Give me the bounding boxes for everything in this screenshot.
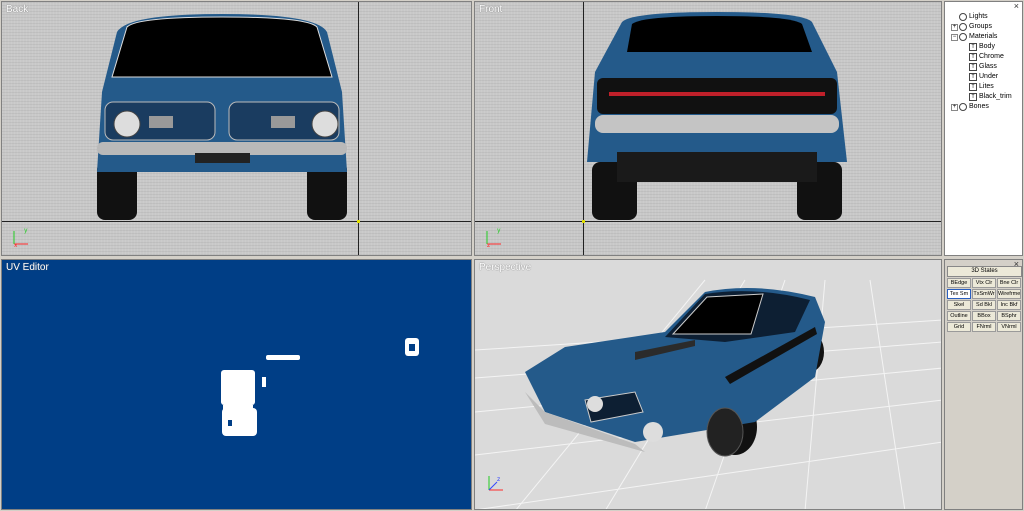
tree-item-label: Black_trim [979, 93, 1012, 100]
state-toggle-skel[interactable]: Skel [947, 300, 971, 310]
state-toggle-bedge[interactable]: BEdge [947, 278, 971, 288]
back-viewport-title: Back [6, 4, 29, 15]
tree-item-label: Bones [969, 103, 989, 110]
tree-item-label: Groups [969, 23, 992, 30]
horizontal-axis-line [475, 221, 941, 222]
state-toggle-txsmwr[interactable]: TxSmWr [972, 289, 996, 299]
state-toggle-vnrml[interactable]: VNrml [997, 322, 1021, 332]
state-toggle-sd-bkl[interactable]: Sd Bkl [972, 300, 996, 310]
expand-toggle-icon[interactable]: + [951, 104, 958, 111]
material-icon: T [969, 73, 977, 81]
state-toggle-outline[interactable]: Outline [947, 311, 971, 321]
state-toggle-bbox[interactable]: BBox [972, 311, 996, 321]
material-icon: T [969, 43, 977, 51]
group-icon [959, 23, 967, 31]
uv-editor-viewport[interactable]: UV Editor [1, 259, 472, 510]
front-viewport-title: Front [479, 4, 503, 15]
tree-item-label: Glass [979, 63, 997, 70]
svg-text:x: x [14, 242, 18, 248]
state-toggle-inc-bkf[interactable]: Inc Bkf [997, 300, 1021, 310]
3d-states-title: 3D States [947, 266, 1022, 277]
origin-marker [582, 220, 585, 223]
state-toggle-vtx-clr[interactable]: Vtx Clr [972, 278, 996, 288]
perspective-viewport-title: Perspective [479, 262, 532, 273]
car-rear-model [587, 12, 847, 220]
tree-item-label: Body [979, 43, 995, 50]
front-viewport[interactable]: Front y z [474, 1, 942, 256]
material-icon: T [969, 63, 977, 71]
svg-text:z: z [487, 242, 490, 248]
scene-tree-panel: × Lights + Groups − Materials T Body T Chrome T Gl… [944, 1, 1023, 256]
perspective-viewport[interactable]: Perspective z [474, 259, 942, 510]
tree-item-label: Materials [969, 33, 998, 40]
tree-item-label: Under [979, 73, 999, 80]
state-toggle-tex-sm[interactable]: Tex Sm [947, 289, 971, 299]
expand-toggle-icon[interactable]: − [951, 34, 958, 41]
vertical-axis-line [583, 2, 584, 255]
3d-states-panel: × 3D States BEdge Vtx Clr Bne Clr Tex Sm TxS… [944, 259, 1023, 510]
state-toggle-grid[interactable]: Grid [947, 322, 971, 332]
car-front-model [97, 14, 347, 220]
horizontal-axis-line [2, 221, 471, 222]
materials-icon [959, 33, 967, 41]
state-toggle-bsphr[interactable]: BSphr [997, 311, 1021, 321]
tree-item-label: Chrome [979, 53, 1004, 60]
tree-item-label: Lites [979, 83, 994, 90]
state-toggle-fnrml[interactable]: FNrml [972, 322, 996, 332]
origin-marker [357, 220, 360, 223]
close-icon[interactable]: × [1014, 1, 1019, 11]
state-toggle-bne-clr[interactable]: Bne Clr [997, 278, 1021, 288]
expand-toggle-icon[interactable]: + [951, 24, 958, 31]
svg-text:z: z [497, 476, 500, 483]
svg-text:y: y [497, 228, 501, 234]
car-perspective-model [525, 288, 825, 457]
uv-islands [221, 338, 419, 436]
uv-editor-title: UV Editor [6, 262, 49, 273]
material-icon: T [969, 53, 977, 61]
tree-item-label: Lights [969, 13, 988, 20]
svg-text:y: y [24, 228, 28, 234]
axis-gizmo-icon: y z [486, 228, 501, 248]
vertical-axis-line [358, 2, 359, 255]
material-icon: T [969, 93, 977, 101]
axis-gizmo-icon: y x [13, 228, 28, 248]
light-icon [959, 13, 967, 21]
bones-icon [959, 103, 967, 111]
state-toggle-wirefrme[interactable]: Wirefrme [997, 289, 1021, 299]
back-viewport[interactable]: Back y x [1, 1, 472, 256]
material-icon: T [969, 83, 977, 91]
axis-gizmo-icon: z [488, 476, 503, 491]
